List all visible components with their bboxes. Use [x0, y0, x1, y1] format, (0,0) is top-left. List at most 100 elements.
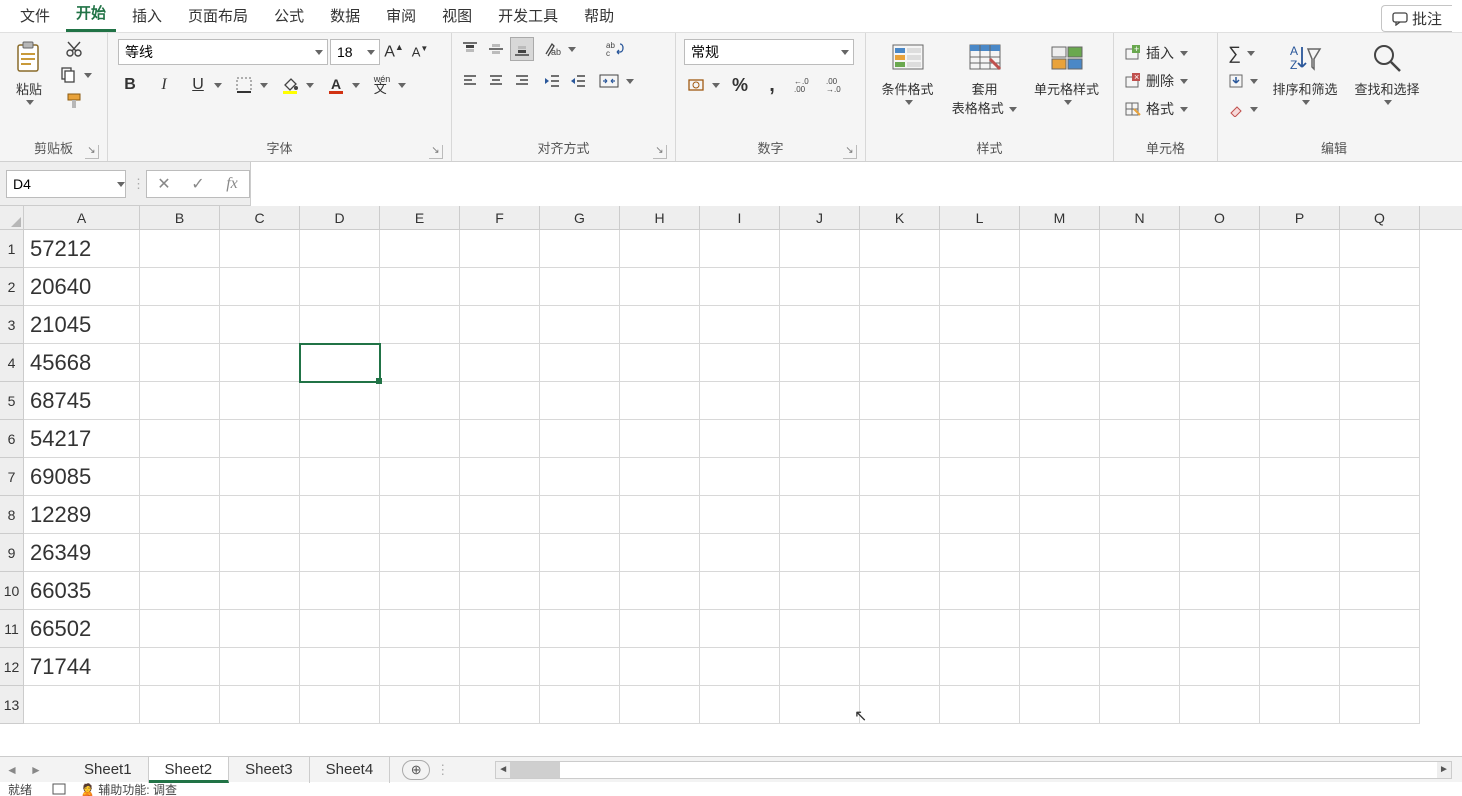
cell[interactable]	[220, 420, 300, 458]
cell[interactable]	[1020, 648, 1100, 686]
formula-input[interactable]	[250, 162, 1462, 206]
cell[interactable]	[460, 230, 540, 268]
column-header[interactable]: I	[700, 206, 780, 229]
cell[interactable]	[700, 686, 780, 724]
tab-nav-prev[interactable]: ◄	[0, 763, 24, 777]
cell[interactable]: 57212	[24, 230, 140, 268]
clear-button[interactable]	[1224, 97, 1262, 121]
align-middle-button[interactable]	[484, 37, 508, 61]
align-top-button[interactable]	[458, 37, 482, 61]
cell[interactable]	[1260, 610, 1340, 648]
cell[interactable]	[1100, 610, 1180, 648]
cell[interactable]	[620, 306, 700, 344]
cell[interactable]	[780, 420, 860, 458]
column-header[interactable]: M	[1020, 206, 1100, 229]
cell[interactable]	[460, 344, 540, 382]
chevron-down-icon[interactable]	[712, 81, 720, 89]
cell[interactable]	[220, 458, 300, 496]
scroll-thumb[interactable]	[510, 762, 560, 778]
cell[interactable]	[620, 610, 700, 648]
cell[interactable]	[380, 496, 460, 534]
font-size-combo[interactable]	[330, 39, 380, 65]
cell[interactable]	[380, 420, 460, 458]
name-box-input[interactable]	[7, 176, 115, 192]
cell[interactable]	[140, 572, 220, 610]
cell[interactable]	[700, 572, 780, 610]
cell[interactable]	[540, 534, 620, 572]
cell[interactable]	[540, 420, 620, 458]
column-header[interactable]: G	[540, 206, 620, 229]
column-header[interactable]: P	[1260, 206, 1340, 229]
cell[interactable]	[860, 420, 940, 458]
font-name-input[interactable]	[119, 44, 311, 60]
cell[interactable]	[860, 496, 940, 534]
menu-insert[interactable]: 插入	[122, 0, 172, 32]
cells-area[interactable]: 5721220640210454566868745542176908512289…	[24, 230, 1462, 746]
cell[interactable]	[220, 648, 300, 686]
cell[interactable]	[140, 382, 220, 420]
cell[interactable]	[700, 306, 780, 344]
cell[interactable]: 20640	[24, 268, 140, 306]
cell[interactable]: 66502	[24, 610, 140, 648]
cell[interactable]	[860, 686, 940, 724]
spreadsheet-grid[interactable]: ABCDEFGHIJKLMNOPQ 12345678910111213 5721…	[0, 206, 1462, 746]
dialog-launcher-icon[interactable]: ↘	[429, 145, 443, 159]
cell[interactable]	[380, 268, 460, 306]
column-header[interactable]: K	[860, 206, 940, 229]
italic-button[interactable]: I	[152, 73, 176, 97]
cell[interactable]	[780, 268, 860, 306]
cell[interactable]	[860, 306, 940, 344]
row-header[interactable]: 12	[0, 648, 23, 686]
cell[interactable]	[540, 306, 620, 344]
cell[interactable]: 45668	[24, 344, 140, 382]
phonetic-button[interactable]: wén文	[370, 73, 394, 97]
cell[interactable]	[620, 344, 700, 382]
cell[interactable]	[540, 344, 620, 382]
cell[interactable]	[620, 458, 700, 496]
cell[interactable]	[460, 572, 540, 610]
cell[interactable]	[620, 230, 700, 268]
cell[interactable]	[780, 458, 860, 496]
cell[interactable]	[1340, 420, 1420, 458]
chevron-down-icon[interactable]	[398, 81, 406, 89]
cell[interactable]	[140, 496, 220, 534]
cell[interactable]	[1100, 344, 1180, 382]
decrease-decimal-button[interactable]: .00→.0	[824, 73, 848, 97]
cell[interactable]	[460, 610, 540, 648]
row-header[interactable]: 13	[0, 686, 23, 724]
row-header[interactable]: 1	[0, 230, 23, 268]
cell[interactable]	[620, 648, 700, 686]
cell[interactable]	[540, 230, 620, 268]
cell[interactable]	[220, 610, 300, 648]
cell[interactable]	[1020, 496, 1100, 534]
cell[interactable]	[700, 420, 780, 458]
number-format-combo[interactable]	[684, 39, 854, 65]
cell[interactable]	[700, 648, 780, 686]
cell[interactable]	[860, 382, 940, 420]
enter-formula-button[interactable]: ✓	[181, 172, 215, 196]
decrease-indent-button[interactable]	[540, 69, 564, 93]
menu-home[interactable]: 开始	[66, 0, 116, 32]
cut-button[interactable]	[56, 37, 92, 61]
cell[interactable]	[380, 534, 460, 572]
cell[interactable]	[460, 268, 540, 306]
cell[interactable]	[300, 648, 380, 686]
cell[interactable]	[380, 306, 460, 344]
cell[interactable]: 54217	[24, 420, 140, 458]
cell[interactable]	[780, 534, 860, 572]
cell[interactable]	[860, 572, 940, 610]
cell[interactable]: 69085	[24, 458, 140, 496]
font-name-combo[interactable]	[118, 39, 328, 65]
cell[interactable]	[1100, 534, 1180, 572]
table-format-button[interactable]: 套用 表格格式	[947, 37, 1022, 127]
cell[interactable]	[620, 382, 700, 420]
cell[interactable]	[140, 458, 220, 496]
cell[interactable]	[540, 686, 620, 724]
cell[interactable]	[620, 420, 700, 458]
cell[interactable]	[1340, 230, 1420, 268]
cell[interactable]	[140, 344, 220, 382]
cell[interactable]	[300, 496, 380, 534]
cell[interactable]	[1180, 534, 1260, 572]
cell[interactable]	[860, 534, 940, 572]
dialog-launcher-icon[interactable]: ↘	[653, 145, 667, 159]
